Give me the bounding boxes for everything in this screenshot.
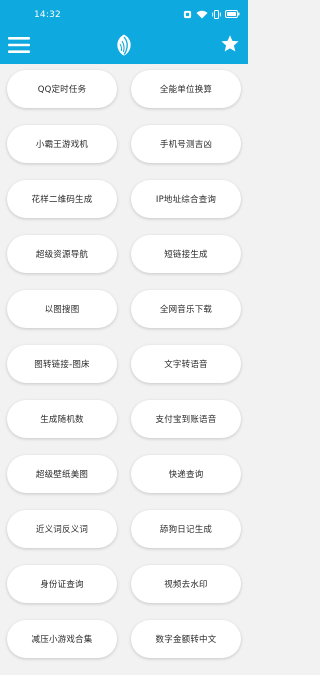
tool-row: 超级资源导航 短链接生成 <box>0 235 248 290</box>
tool-button[interactable]: 快递查询 <box>131 455 241 493</box>
tool-button[interactable]: 近义词反义词 <box>7 510 117 548</box>
tool-button[interactable]: 小霸王游戏机 <box>7 125 117 163</box>
tool-button[interactable]: 超级壁纸美图 <box>7 455 117 493</box>
menu-button[interactable] <box>8 35 30 55</box>
status-icons <box>183 7 240 21</box>
vibrate-icon <box>212 9 221 19</box>
tool-button[interactable]: 短链接生成 <box>131 235 241 273</box>
tool-row: 近义词反义词 舔狗日记生成 <box>0 510 248 565</box>
wifi-icon <box>196 10 208 18</box>
tool-button[interactable]: 生成随机数 <box>7 400 117 438</box>
tool-row: 超级壁纸美图 快递查询 <box>0 455 248 510</box>
tool-button[interactable]: 超级资源导航 <box>7 235 117 273</box>
tool-row: 减压小游戏合集 数字金额转中文 <box>0 620 248 675</box>
tool-row: 生成随机数 支付宝到账语音 <box>0 400 248 455</box>
tool-button[interactable]: 全能单位换算 <box>131 70 241 108</box>
tool-row: 图转链接-图床 文字转语音 <box>0 345 248 400</box>
tool-button[interactable]: 视频去水印 <box>131 565 241 603</box>
tool-row: QQ定时任务 全能单位换算 <box>0 70 248 125</box>
tool-row: 小霸王游戏机 手机号测吉凶 <box>0 125 248 180</box>
tool-button[interactable]: 以图搜图 <box>7 290 117 328</box>
app-header: 14:32 <box>0 0 248 64</box>
tool-button[interactable]: QQ定时任务 <box>7 70 117 108</box>
tool-button[interactable]: 身份证查询 <box>7 565 117 603</box>
leaf-logo-icon <box>117 34 131 56</box>
tool-grid: QQ定时任务 全能单位换算 小霸王游戏机 手机号测吉凶 花样二维码生成 IP地址… <box>0 70 248 675</box>
status-time: 14:32 <box>34 10 61 20</box>
tool-button[interactable]: 数字金额转中文 <box>131 620 241 658</box>
tool-button[interactable]: 文字转语音 <box>131 345 241 383</box>
alarm-icon <box>183 10 192 18</box>
tool-button[interactable]: 花样二维码生成 <box>7 180 117 218</box>
battery-icon <box>225 10 240 18</box>
hamburger-menu-icon <box>8 37 30 53</box>
favorites-button[interactable] <box>220 34 240 54</box>
tool-button[interactable]: 减压小游戏合集 <box>7 620 117 658</box>
tool-button[interactable]: 全网音乐下载 <box>131 290 241 328</box>
app-logo <box>112 33 136 57</box>
tool-row: 身份证查询 视频去水印 <box>0 565 248 620</box>
tool-button[interactable]: 舔狗日记生成 <box>131 510 241 548</box>
tool-button[interactable]: 支付宝到账语音 <box>131 400 241 438</box>
tool-button[interactable]: 图转链接-图床 <box>7 345 117 383</box>
tool-button[interactable]: 手机号测吉凶 <box>131 125 241 163</box>
tool-row: 以图搜图 全网音乐下载 <box>0 290 248 345</box>
tool-row: 花样二维码生成 IP地址综合查询 <box>0 180 248 235</box>
star-icon <box>221 35 239 52</box>
tool-button[interactable]: IP地址综合查询 <box>131 180 241 218</box>
